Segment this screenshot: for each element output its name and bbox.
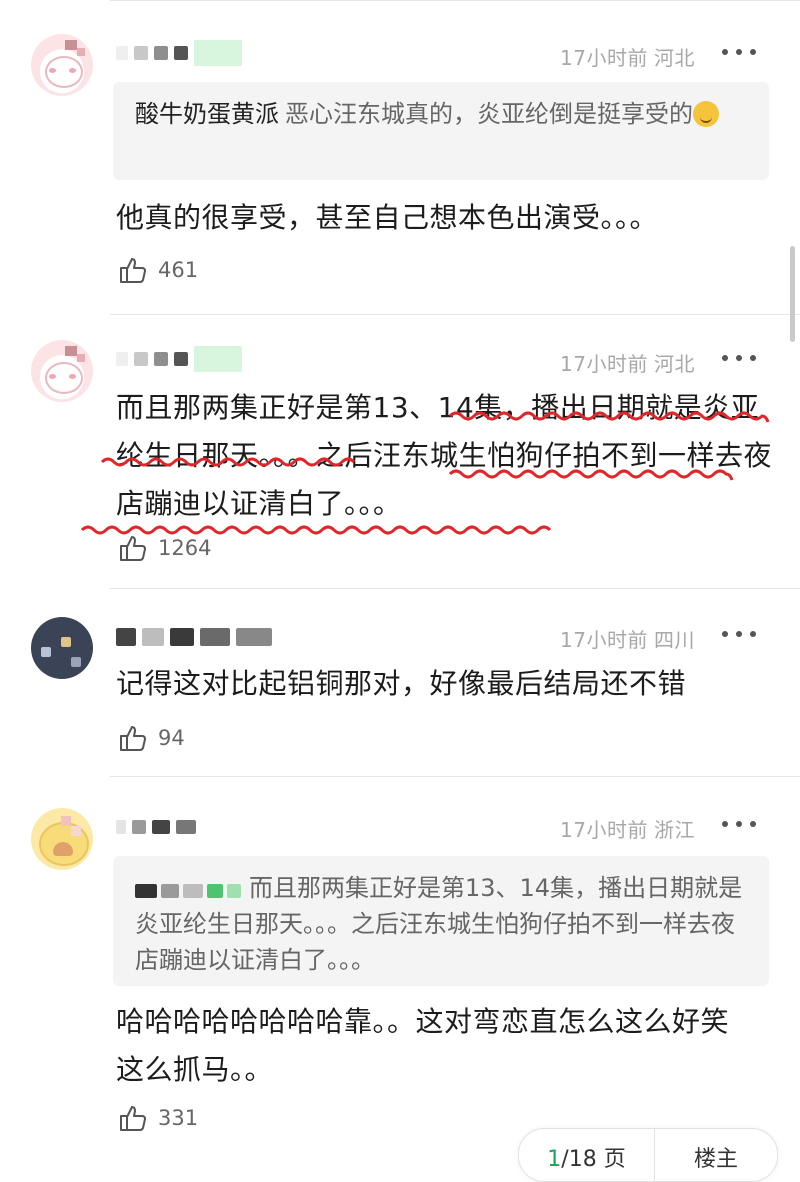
- quoted-username-obscured[interactable]: [135, 884, 241, 898]
- comment-region: 四川: [654, 628, 695, 652]
- thumb-up-icon: [120, 258, 146, 283]
- pagination-bar: 1/18 页 楼主: [518, 1128, 778, 1182]
- page-indicator[interactable]: 1/18 页: [519, 1129, 655, 1181]
- comment-meta: 17小时前 四川: [560, 624, 695, 653]
- more-icon[interactable]: [722, 814, 756, 834]
- quoted-username[interactable]: 酸牛奶蛋黄派: [135, 100, 279, 128]
- username-obscured[interactable]: [116, 38, 242, 68]
- quoted-text: 恶心汪东城真的，炎亚纶倒是挺享受的: [285, 100, 693, 128]
- comment-meta: 17小时前 浙江: [560, 814, 695, 843]
- floor-owner-button[interactable]: 楼主: [655, 1129, 777, 1173]
- like-count: 94: [158, 726, 185, 750]
- thumb-up-icon: [120, 726, 146, 751]
- comment-text: 他真的很享受，甚至自己想本色出演受。。。: [116, 201, 659, 234]
- username-obscured[interactable]: [116, 812, 196, 842]
- comment-meta: 17小时前 河北: [560, 348, 695, 377]
- like-button[interactable]: 1264: [118, 530, 211, 566]
- username-obscured[interactable]: [116, 344, 242, 374]
- like-count: 331: [158, 1106, 199, 1130]
- yellow-cartoon-avatar-icon[interactable]: [31, 808, 93, 870]
- smirk-emoji-icon: [693, 101, 719, 127]
- top-divider: [110, 0, 800, 1]
- comment-meta: 17小时前 河北: [560, 42, 695, 71]
- like-button[interactable]: 331: [118, 1100, 198, 1136]
- divider: [110, 588, 800, 589]
- pink-pig-avatar-icon[interactable]: [31, 340, 93, 402]
- like-count: 1264: [158, 536, 212, 560]
- more-icon[interactable]: [722, 42, 756, 62]
- comment-region: 河北: [654, 46, 695, 70]
- thumb-up-icon: [120, 1106, 146, 1131]
- comment-region: 河北: [654, 352, 695, 376]
- scrollbar[interactable]: [790, 246, 795, 342]
- comment-time: 17小时前: [560, 628, 648, 652]
- comment-time: 17小时前: [560, 818, 648, 842]
- username-obscured[interactable]: [116, 622, 272, 652]
- dark-photo-avatar-icon[interactable]: [31, 617, 93, 679]
- comment-time: 17小时前: [560, 46, 648, 70]
- like-button[interactable]: 461: [118, 252, 198, 288]
- more-icon[interactable]: [722, 624, 756, 644]
- comment-text: 而且那两集正好是第13、14集，播出日期就是炎亚纶生日那天。。。之后汪东城生怕狗…: [116, 391, 773, 520]
- like-count: 461: [158, 258, 199, 282]
- divider: [110, 776, 800, 777]
- divider: [110, 314, 800, 315]
- like-button[interactable]: 94: [118, 720, 185, 756]
- comment-text: 哈哈哈哈哈哈哈哈靠。。这对弯恋直怎么这么好笑这么抓马。。: [116, 1005, 730, 1086]
- comment-region: 浙江: [654, 818, 695, 842]
- quoted-reply[interactable]: 而且那两集正好是第13、14集，播出日期就是炎亚纶生日那天。。。之后汪东城生怕狗…: [113, 856, 769, 986]
- comment-text: 记得这对比起铝铜那对，好像最后结局还不错: [116, 667, 687, 700]
- comment-time: 17小时前: [560, 352, 648, 376]
- thumb-up-icon: [120, 536, 146, 561]
- pink-pig-avatar-icon[interactable]: [31, 34, 93, 96]
- more-icon[interactable]: [722, 348, 756, 368]
- quoted-reply[interactable]: 酸牛奶蛋黄派 恶心汪东城真的，炎亚纶倒是挺享受的: [113, 82, 769, 180]
